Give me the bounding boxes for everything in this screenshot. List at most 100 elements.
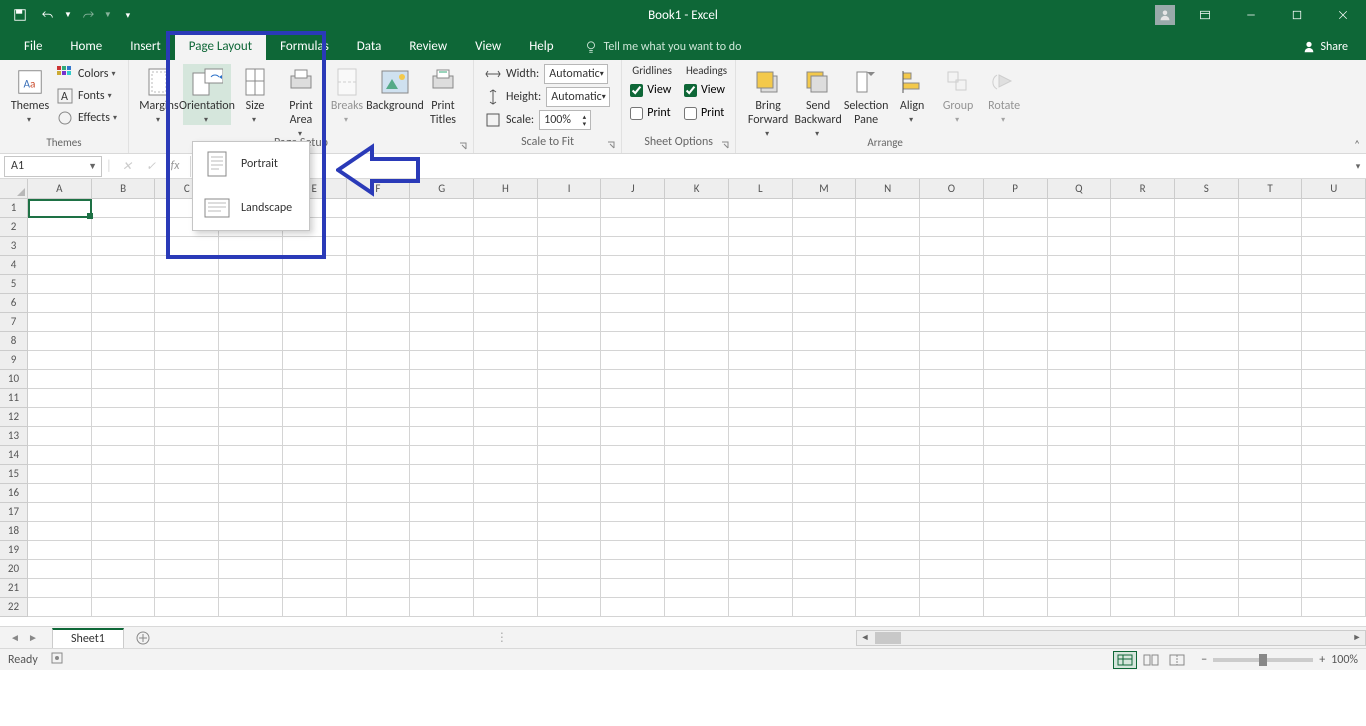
- cell[interactable]: [665, 579, 729, 598]
- cell[interactable]: [410, 408, 474, 427]
- cell[interactable]: [1302, 237, 1366, 256]
- cell[interactable]: [665, 237, 729, 256]
- cell[interactable]: [1302, 408, 1366, 427]
- cell[interactable]: [474, 579, 538, 598]
- cell[interactable]: [1239, 541, 1303, 560]
- column-header[interactable]: U: [1302, 179, 1366, 198]
- save-icon[interactable]: [8, 3, 32, 27]
- height-control[interactable]: Height: Automatic▾: [482, 87, 613, 107]
- cell[interactable]: [1111, 389, 1175, 408]
- cell[interactable]: [474, 427, 538, 446]
- cell[interactable]: [219, 427, 283, 446]
- cell[interactable]: [1111, 598, 1175, 617]
- column-header[interactable]: K: [665, 179, 729, 198]
- cell[interactable]: [28, 256, 92, 275]
- tab-view[interactable]: View: [461, 33, 515, 60]
- column-header[interactable]: G: [410, 179, 474, 198]
- collapse-ribbon-icon[interactable]: ˄: [1354, 138, 1360, 151]
- cell[interactable]: [474, 522, 538, 541]
- row-header[interactable]: 11: [0, 389, 27, 408]
- cell[interactable]: [984, 237, 1048, 256]
- cell[interactable]: [856, 351, 920, 370]
- row-header[interactable]: 20: [0, 560, 27, 579]
- cell[interactable]: [410, 199, 474, 218]
- close-button[interactable]: [1320, 0, 1366, 30]
- cell[interactable]: [729, 256, 793, 275]
- cell[interactable]: [92, 408, 156, 427]
- cell[interactable]: [1175, 294, 1239, 313]
- cell[interactable]: [92, 370, 156, 389]
- cell[interactable]: [538, 294, 602, 313]
- cell[interactable]: [1302, 579, 1366, 598]
- cell[interactable]: [410, 579, 474, 598]
- cell[interactable]: [601, 294, 665, 313]
- worksheet-grid[interactable]: ABCDEFGHIJKLMNOPQRSTU 123456789101112131…: [0, 179, 1366, 626]
- cell[interactable]: [1175, 370, 1239, 389]
- cell[interactable]: [665, 503, 729, 522]
- name-box[interactable]: A1▼: [4, 156, 102, 177]
- expand-formula-bar[interactable]: ▾: [1350, 161, 1366, 172]
- cell[interactable]: [1048, 579, 1112, 598]
- cell[interactable]: [1048, 465, 1112, 484]
- cell[interactable]: [92, 484, 156, 503]
- cell[interactable]: [538, 503, 602, 522]
- cell[interactable]: [793, 484, 857, 503]
- column-header[interactable]: A: [28, 179, 92, 198]
- cell[interactable]: [665, 275, 729, 294]
- send-backward-button[interactable]: Send Backward▾: [794, 64, 842, 139]
- cell[interactable]: [729, 294, 793, 313]
- cell[interactable]: [538, 351, 602, 370]
- cell[interactable]: [984, 484, 1048, 503]
- cell[interactable]: [155, 294, 219, 313]
- cell[interactable]: [1111, 541, 1175, 560]
- cell[interactable]: [155, 408, 219, 427]
- cell[interactable]: [856, 256, 920, 275]
- cell[interactable]: [1175, 503, 1239, 522]
- cell[interactable]: [984, 598, 1048, 617]
- cell[interactable]: [28, 541, 92, 560]
- cell[interactable]: [1175, 218, 1239, 237]
- cell[interactable]: [219, 465, 283, 484]
- cell[interactable]: [283, 446, 347, 465]
- column-header[interactable]: S: [1175, 179, 1239, 198]
- share-button[interactable]: Share: [1294, 40, 1366, 60]
- cell[interactable]: [856, 579, 920, 598]
- cell[interactable]: [1048, 370, 1112, 389]
- cell[interactable]: [1302, 218, 1366, 237]
- gridlines-print-check[interactable]: Print: [630, 103, 672, 123]
- cell[interactable]: [1302, 313, 1366, 332]
- cell[interactable]: [474, 598, 538, 617]
- cell[interactable]: [920, 503, 984, 522]
- qat-customize-icon[interactable]: ▾: [116, 3, 140, 27]
- cell[interactable]: [347, 332, 411, 351]
- width-control[interactable]: Width: Automatic▾: [482, 64, 613, 84]
- cell[interactable]: [984, 294, 1048, 313]
- user-avatar[interactable]: [1148, 0, 1182, 30]
- cell[interactable]: [219, 332, 283, 351]
- cell[interactable]: [1111, 294, 1175, 313]
- cell[interactable]: [219, 579, 283, 598]
- cell[interactable]: [410, 294, 474, 313]
- tab-home[interactable]: Home: [56, 33, 116, 60]
- row-header[interactable]: 5: [0, 275, 27, 294]
- cell[interactable]: [155, 332, 219, 351]
- cell[interactable]: [793, 199, 857, 218]
- view-normal[interactable]: [1113, 651, 1137, 669]
- cell[interactable]: [856, 275, 920, 294]
- cell[interactable]: [410, 598, 474, 617]
- cell[interactable]: [28, 351, 92, 370]
- cancel-fx-icon[interactable]: ✕: [116, 156, 138, 176]
- cell[interactable]: [474, 332, 538, 351]
- cell[interactable]: [984, 541, 1048, 560]
- cell[interactable]: [1111, 218, 1175, 237]
- cell[interactable]: [1111, 503, 1175, 522]
- cell[interactable]: [219, 560, 283, 579]
- cell[interactable]: [920, 427, 984, 446]
- cell[interactable]: [856, 332, 920, 351]
- cell[interactable]: [538, 446, 602, 465]
- cell[interactable]: [1239, 389, 1303, 408]
- cell[interactable]: [1302, 522, 1366, 541]
- cell[interactable]: [729, 332, 793, 351]
- sheet-nav-last[interactable]: ►: [24, 629, 42, 647]
- tab-split-handle[interactable]: ⋮: [496, 630, 514, 645]
